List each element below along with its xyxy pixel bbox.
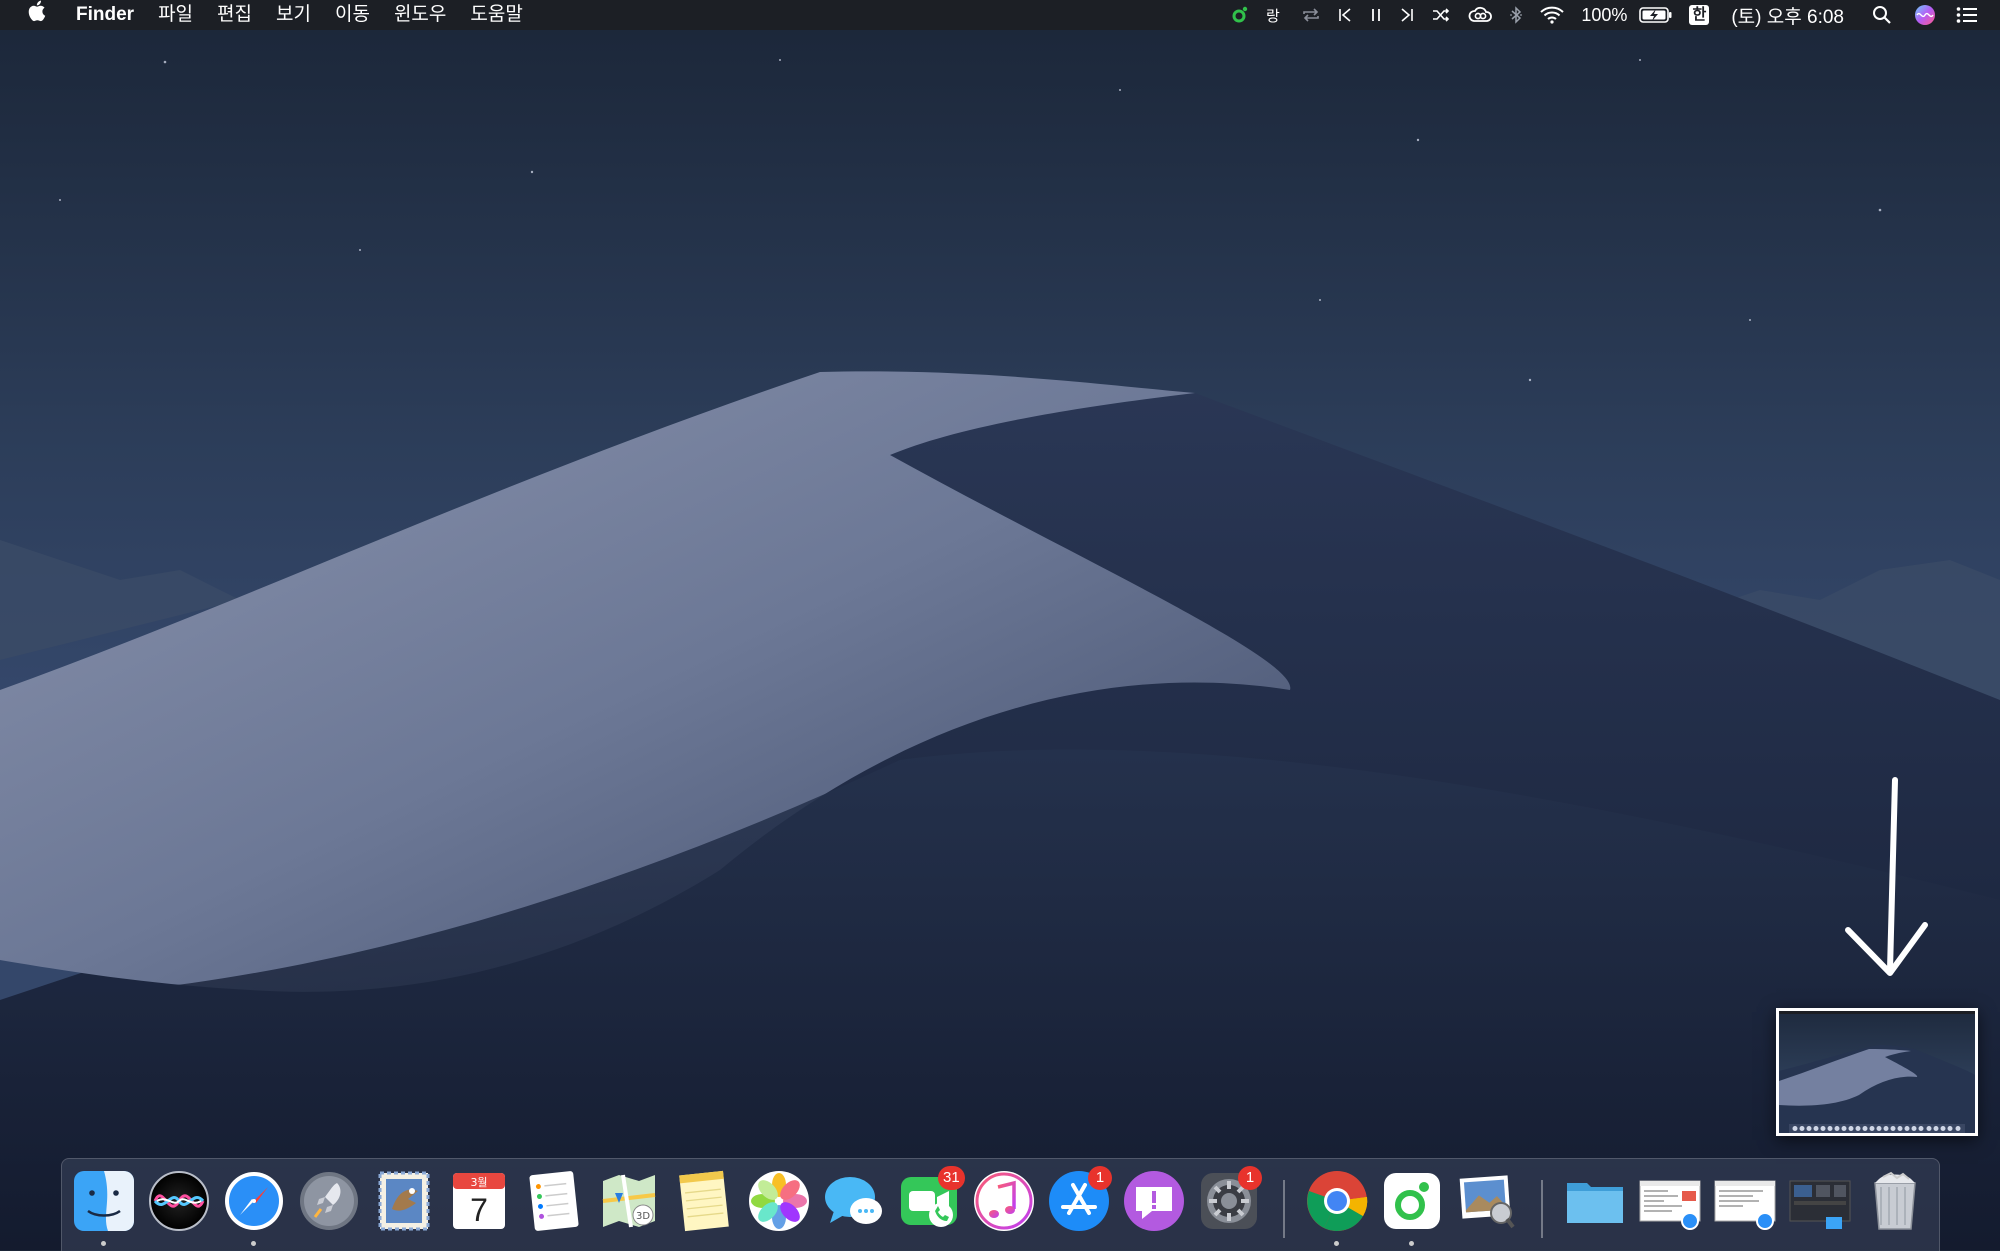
- reminders-icon[interactable]: [522, 1169, 586, 1233]
- down-arrow-icon: [1845, 777, 1928, 976]
- menu-go[interactable]: 이동: [323, 0, 382, 30]
- menubar-clock[interactable]: (토) 오후 6:08: [1717, 0, 1858, 30]
- messages-icon[interactable]: [822, 1169, 886, 1233]
- notification-center-icon[interactable]: [1944, 0, 2000, 30]
- bluetooth-icon[interactable]: [1501, 0, 1531, 30]
- trash-icon[interactable]: [1863, 1169, 1927, 1233]
- notes-icon[interactable]: [672, 1169, 736, 1233]
- safari-icon[interactable]: [222, 1169, 286, 1233]
- menu-window[interactable]: 윈도우: [382, 0, 458, 30]
- apple-menu-icon[interactable]: [0, 0, 64, 30]
- dock-separator: [1283, 1180, 1285, 1238]
- system-preferences-badge: 1: [1238, 1166, 1262, 1190]
- music-app-icon[interactable]: [1380, 1169, 1444, 1233]
- input-method-indicator[interactable]: 한: [1689, 5, 1710, 25]
- launchpad-icon[interactable]: [297, 1169, 361, 1233]
- app-store-badge: 1: [1088, 1166, 1112, 1190]
- previous-track-icon[interactable]: [1329, 0, 1361, 30]
- next-track-icon[interactable]: [1391, 0, 1423, 30]
- battery-icon[interactable]: [1631, 0, 1681, 30]
- maps-icon[interactable]: 3D: [597, 1169, 661, 1233]
- chrome-running-indicator: [1334, 1241, 1339, 1246]
- mail-icon[interactable]: [372, 1169, 436, 1233]
- app-name-menu[interactable]: Finder: [64, 0, 146, 30]
- siri-icon[interactable]: [1906, 0, 1944, 30]
- finder-icon[interactable]: [72, 1169, 136, 1233]
- svg-text:3D: 3D: [636, 1211, 650, 1222]
- menu-edit[interactable]: 편집: [205, 0, 264, 30]
- safari-running-indicator: [251, 1241, 256, 1246]
- music-app-icon[interactable]: [1223, 0, 1257, 30]
- repeat-icon[interactable]: [1293, 0, 1329, 30]
- screen-thumbnail-icon[interactable]: [1788, 1169, 1852, 1233]
- menu-bar: Finder 파일 편집 보기 이동 윈도우 도움말 랑 100% 한 (토) …: [0, 0, 2000, 30]
- svg-text:랑: 랑: [1266, 7, 1280, 24]
- spotlight-search-icon[interactable]: [1858, 0, 1906, 30]
- wifi-icon[interactable]: [1531, 0, 1573, 30]
- battery-percent: 100%: [1581, 4, 1628, 25]
- menu-view[interactable]: 보기: [264, 0, 323, 30]
- desktop-wallpaper: [0, 0, 2000, 1250]
- calendar-icon[interactable]: 3월 7: [447, 1169, 511, 1233]
- lyrics-icon[interactable]: 랑: [1257, 0, 1293, 30]
- music-running-indicator: [1409, 1241, 1414, 1246]
- calendar-month: 3월: [470, 1176, 487, 1189]
- siri-dock-icon[interactable]: [147, 1169, 211, 1233]
- menu-help[interactable]: 도움말: [458, 0, 534, 30]
- document-thumbnail-icon[interactable]: [1713, 1169, 1777, 1233]
- menu-file[interactable]: 파일: [146, 0, 205, 30]
- itunes-icon[interactable]: [972, 1169, 1036, 1233]
- shuffle-icon[interactable]: [1423, 0, 1459, 30]
- creative-cloud-icon[interactable]: [1459, 0, 1501, 30]
- photos-icon[interactable]: [747, 1169, 811, 1233]
- dock-separator: [1541, 1180, 1543, 1238]
- feedback-assistant-icon[interactable]: [1122, 1169, 1186, 1233]
- pause-icon[interactable]: [1361, 0, 1391, 30]
- preview-icon[interactable]: [1455, 1169, 1519, 1233]
- facetime-badge: 31: [938, 1166, 965, 1190]
- chrome-icon[interactable]: [1305, 1169, 1369, 1233]
- calendar-day: 7: [470, 1192, 488, 1228]
- document-thumbnail-icon[interactable]: [1638, 1169, 1702, 1233]
- folder-icon[interactable]: [1563, 1169, 1627, 1233]
- screenshot-preview-thumbnail[interactable]: [1776, 1008, 1978, 1136]
- finder-running-indicator: [101, 1241, 106, 1246]
